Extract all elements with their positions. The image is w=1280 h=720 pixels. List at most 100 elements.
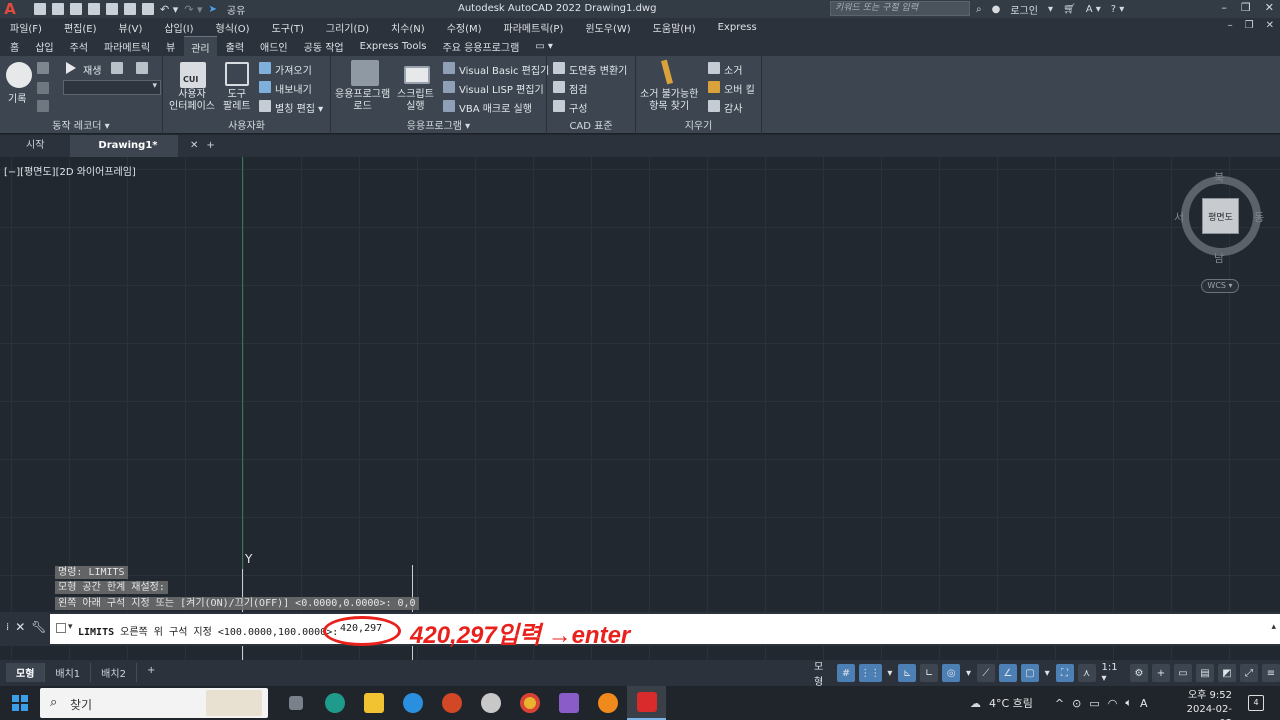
layer-translator-icon[interactable] [553, 62, 565, 74]
quick-properties-icon[interactable]: ▤ [1196, 664, 1214, 682]
vba-run-icon[interactable] [443, 100, 455, 112]
menu-view[interactable]: 뷰(V) [119, 20, 143, 35]
isolate-objects-icon[interactable]: ◩ [1218, 664, 1236, 682]
menu-help[interactable]: 도움말(H) [653, 20, 696, 35]
doc-restore-icon[interactable]: ❐ [1245, 20, 1254, 31]
menu-parametric[interactable]: 파라메트릭(P) [504, 20, 564, 35]
model-space-button[interactable]: 모형 [812, 662, 833, 688]
layout-tab-layout2[interactable]: 배치2 [91, 663, 137, 682]
restore-icon[interactable]: ❐ [1241, 1, 1251, 14]
weather-cloud-icon[interactable]: ☁ [970, 697, 981, 710]
object-snap-tracking-icon[interactable]: ∠ [998, 664, 1017, 682]
record-button-label[interactable]: 기록 [8, 90, 26, 105]
annotation-scale[interactable]: 1:1 ▾ [1100, 662, 1126, 684]
find-nonpurgeable-button-label[interactable]: 소거 불가능한 항목 찾기 [640, 89, 698, 113]
export-button-label[interactable]: 내보내기 [275, 81, 312, 96]
autocad-taskbar-icon[interactable] [627, 686, 666, 720]
annotation-monitor-icon[interactable]: + [1152, 664, 1170, 682]
tab-view[interactable]: 뷰 [166, 37, 175, 56]
menu-file[interactable]: 파일(F) [10, 20, 42, 35]
configure-standards-icon[interactable] [553, 100, 565, 112]
tab-output[interactable]: 출력 [226, 37, 244, 56]
user-interface-button-label[interactable]: 사용자 인터페이스 [169, 89, 215, 113]
macro-select-dropdown[interactable]: ▾ [63, 80, 161, 95]
play-button-label[interactable]: 재생 [83, 62, 101, 77]
help-icon[interactable]: ? ▾ [1111, 4, 1125, 15]
drag-handle-icon[interactable]: ⁞ [6, 622, 9, 633]
auto-scale-icon[interactable]: ⋏ [1077, 664, 1096, 682]
command-input[interactable]: ▾ LIMITS 오른쪽 위 구석 지정 <100.0000,100.0000>… [50, 614, 1280, 644]
close-tab-icon[interactable]: ✕ [190, 135, 198, 157]
panel-title-action-recorder[interactable]: 동작 레코더 ▾ [0, 117, 162, 132]
alias-edit-button-label[interactable]: 별칭 편집 ▾ [275, 100, 323, 115]
windows-start-icon[interactable] [12, 695, 28, 711]
tray-app-icon[interactable]: ⊙ [1072, 697, 1081, 710]
menu-format[interactable]: 형식(O) [216, 20, 250, 35]
audit-icon[interactable] [708, 100, 720, 112]
search-app-icon[interactable] [588, 686, 627, 720]
record-msg-icon[interactable] [37, 62, 49, 74]
vba-run-button-label[interactable]: VBA 매크로 실행 [459, 100, 532, 115]
macro-list-icon[interactable] [136, 62, 148, 74]
check-standards-button-label[interactable]: 점검 [569, 81, 587, 96]
alias-edit-icon[interactable] [259, 100, 271, 112]
lisp-editor-button-label[interactable]: Visual LISP 편집기 [459, 81, 544, 96]
vba-editor-button-label[interactable]: Visual Basic 편집기 [459, 62, 549, 77]
record-input-icon[interactable] [37, 82, 49, 94]
check-standards-icon[interactable] [553, 81, 565, 93]
add-layout-icon[interactable]: + [137, 663, 165, 682]
new-drawing-tab-icon[interactable]: + [206, 135, 214, 157]
audit-button-label[interactable]: 감사 [724, 100, 742, 115]
autocad-logo-icon[interactable]: A [0, 0, 20, 18]
menu-express[interactable]: Express [718, 22, 757, 33]
vba-editor-icon[interactable] [443, 62, 455, 74]
record-base-icon[interactable] [37, 100, 49, 112]
redo-icon[interactable]: ↷ ▾ [184, 3, 202, 16]
annotation-visibility-icon[interactable]: ⛶ [1055, 664, 1074, 682]
run-script-button-label[interactable]: 스크립트 실행 [397, 89, 434, 113]
autodesk-desktop-icon[interactable] [549, 686, 588, 720]
menu-modify[interactable]: 수정(M) [447, 20, 482, 35]
clean-screen-icon[interactable]: ⤢ [1240, 664, 1258, 682]
undo-icon[interactable]: ↶ ▾ [160, 3, 178, 16]
play-icon[interactable] [66, 62, 76, 74]
share-label[interactable]: 공유 [227, 2, 245, 17]
tab-drawing1[interactable]: Drawing1* ✕ [70, 135, 198, 157]
open-icon[interactable] [52, 3, 64, 15]
login-dropdown-icon[interactable]: ▾ [1048, 4, 1053, 15]
save-as-icon[interactable] [88, 3, 100, 15]
autodesk-app-icon[interactable]: A ▾ [1086, 4, 1101, 15]
file-explorer-icon[interactable] [354, 686, 393, 720]
ribbon-display-toggle-icon[interactable]: ▭ ▾ [535, 39, 553, 54]
tab-annotate[interactable]: 주석 [70, 37, 88, 56]
panel-title-applications[interactable]: 응용프로그램 ▾ [331, 117, 546, 132]
menu-tools[interactable]: 도구(T) [272, 20, 304, 35]
overkill-button-label[interactable]: 오버 킬 [724, 81, 755, 96]
powerpoint-icon[interactable] [432, 686, 471, 720]
import-button-label[interactable]: 가져오기 [275, 62, 312, 77]
layout-tab-layout1[interactable]: 배치1 [45, 663, 92, 682]
tab-manage[interactable]: 관리 [184, 35, 217, 58]
command-history-expand-icon[interactable]: ▴ [1271, 622, 1276, 632]
doc-close-icon[interactable]: ✕ [1266, 20, 1274, 31]
layer-translator-button-label[interactable]: 도면층 변환기 [569, 62, 627, 77]
menu-dimension[interactable]: 치수(N) [391, 20, 425, 35]
polar-dropdown-icon[interactable]: ▾ [964, 664, 973, 682]
minimize-icon[interactable]: – [1221, 1, 1227, 14]
snap-dropdown-icon[interactable]: ▾ [886, 664, 895, 682]
tool-palettes-icon[interactable] [225, 62, 249, 86]
close-icon[interactable]: ✕ [1265, 1, 1274, 14]
customization-menu-icon[interactable]: ≡ [1262, 664, 1280, 682]
units-icon[interactable]: ▭ [1174, 664, 1192, 682]
share-icon[interactable]: ➤ [209, 4, 217, 15]
record-icon[interactable] [6, 62, 32, 88]
wcs-menu-button[interactable]: WCS ▾ [1201, 279, 1239, 293]
menu-insert[interactable]: 삽입(I) [164, 20, 193, 35]
plot-icon[interactable] [142, 3, 154, 15]
purge-icon[interactable] [708, 62, 720, 74]
lisp-editor-icon[interactable] [443, 81, 455, 93]
app-icon[interactable] [471, 686, 510, 720]
customize-wrench-icon[interactable]: 🔧︎ [31, 620, 46, 634]
ime-icon[interactable]: A [1140, 697, 1148, 710]
internet-explorer-icon[interactable] [393, 686, 432, 720]
